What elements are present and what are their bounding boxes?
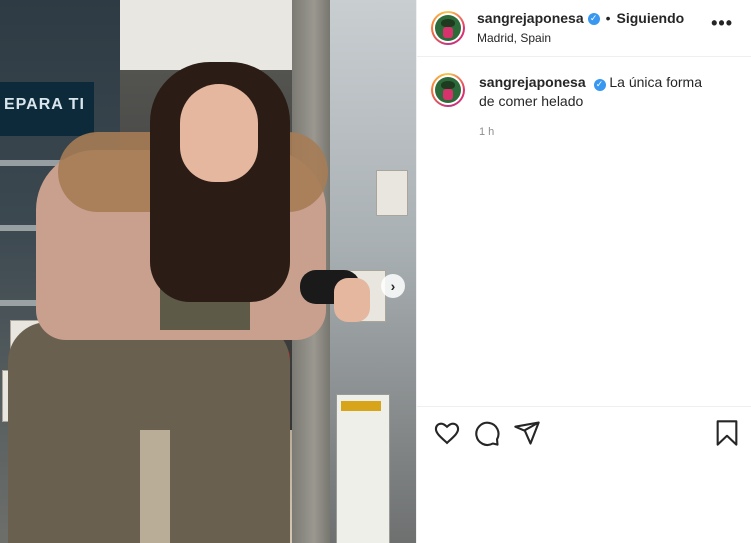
verified-badge-icon: ✓ <box>593 78 606 91</box>
action-bar <box>417 406 751 454</box>
heart-icon[interactable] <box>433 419 461 447</box>
person-hand <box>334 278 370 322</box>
avatar-image <box>435 15 461 41</box>
carousel-next-button[interactable]: › <box>381 274 405 298</box>
shop-sign: EPARA TI <box>0 82 94 136</box>
more-options-icon[interactable]: ••• <box>711 13 733 34</box>
location-link[interactable]: Madrid, Spain <box>477 31 684 46</box>
avatar-image <box>435 77 461 103</box>
profile-avatar[interactable] <box>431 11 465 45</box>
post-header: sangrejaponesa ✓ • Siguiendo Madrid, Spa… <box>417 0 751 57</box>
separator-dot: • <box>605 10 611 27</box>
following-button[interactable]: Siguiendo <box>617 10 685 28</box>
post-sidebar: sangrejaponesa ✓ • Siguiendo Madrid, Spa… <box>416 0 751 543</box>
verified-badge-icon: ✓ <box>587 13 600 25</box>
tripod-box <box>336 394 390 543</box>
person-face <box>180 84 258 182</box>
username-link[interactable]: sangrejaponesa <box>477 10 584 28</box>
caption: sangrejaponesa ✓ La única forma de comer… <box>417 57 751 142</box>
caption-avatar[interactable] <box>431 73 465 107</box>
legs-gap <box>140 430 170 543</box>
share-icon[interactable] <box>513 419 541 447</box>
bookmark-icon[interactable] <box>713 419 741 447</box>
instagram-post: EPARA TI › sangrejaponesa ✓ • Siguiendo … <box>0 0 751 543</box>
ceiling <box>120 0 292 70</box>
product-box <box>376 170 408 216</box>
timestamp[interactable]: 1 h <box>479 123 719 142</box>
post-photo[interactable]: EPARA TI › <box>0 0 416 543</box>
comment-icon[interactable] <box>473 419 501 447</box>
caption-username-link[interactable]: sangrejaponesa <box>479 74 586 90</box>
